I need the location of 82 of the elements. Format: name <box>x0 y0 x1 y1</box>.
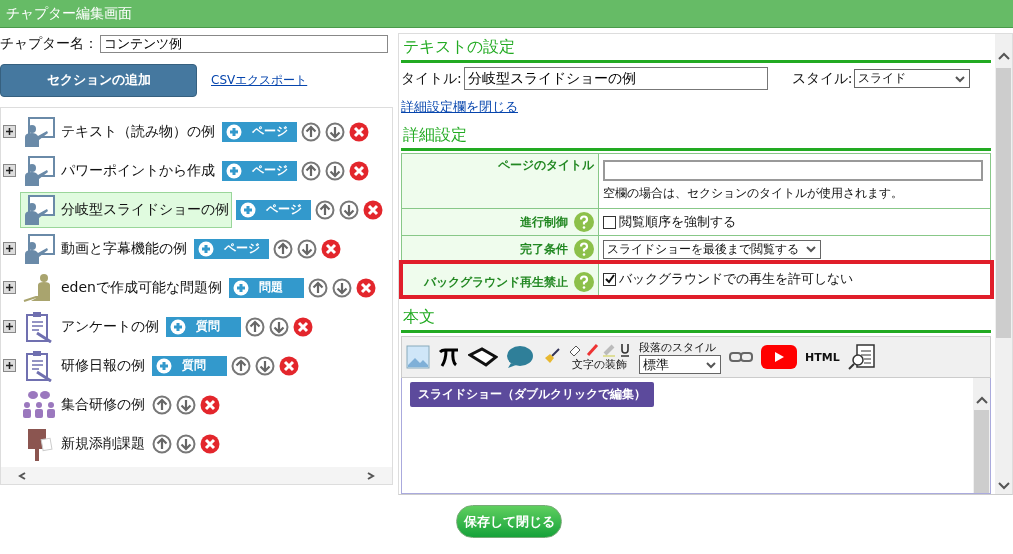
underline-icon[interactable] <box>619 342 631 357</box>
expand-icon[interactable] <box>3 359 16 372</box>
title-field[interactable]: 分岐型スライドショーの例 <box>463 67 768 90</box>
section-item[interactable]: 集合研修の例 <box>20 386 148 423</box>
page-title-field[interactable] <box>603 160 983 181</box>
teacher-board-icon <box>23 194 55 225</box>
expand-icon[interactable] <box>3 242 16 255</box>
teacher-board-icon <box>23 116 55 147</box>
section-heading: テキストの設定 <box>401 34 991 63</box>
plus-icon <box>240 201 256 218</box>
scrollbar-thumb[interactable] <box>996 68 1011 338</box>
setting-label: バックグラウンド再生禁止 <box>424 273 568 291</box>
paragraph-style-select[interactable]: 標準 <box>639 355 721 374</box>
plus-icon <box>156 357 172 374</box>
csv-export-link[interactable]: CSVエクスポート <box>211 71 308 89</box>
completion-select[interactable]: スライドショーを最後まで閲覧する <box>603 239 821 259</box>
teacher-board-icon <box>23 233 55 264</box>
slideshow-block[interactable]: スライドショー（ダブルクリックで編集） <box>410 382 654 407</box>
scroll-up-icon[interactable] <box>997 52 1010 60</box>
section-item[interactable]: テキスト（読み物）の例 <box>20 113 218 150</box>
setting-label: 完了条件 <box>520 240 568 258</box>
document-search-icon[interactable] <box>847 343 876 371</box>
title-label: タイトル: <box>401 69 462 88</box>
checkbox[interactable] <box>603 272 616 286</box>
delete-icon[interactable] <box>279 355 299 376</box>
section-item[interactable]: アンケートの例 <box>20 307 162 346</box>
group-people-icon <box>23 389 55 420</box>
teacher-board-icon <box>23 155 55 186</box>
section-heading: 詳細設定 <box>401 122 991 151</box>
chapter-name-field[interactable]: コンテンツ例 <box>100 35 388 53</box>
dropdown-caret-icon[interactable] <box>805 245 817 253</box>
checkbox[interactable] <box>603 215 616 229</box>
checkbox-label: バックグラウンドでの再生を許可しない <box>619 270 853 288</box>
chapter-name-label: チャプター名： <box>0 35 98 53</box>
link-icon[interactable] <box>729 350 753 364</box>
video-play-icon[interactable] <box>761 345 797 369</box>
style-select[interactable]: スライド <box>854 69 971 88</box>
speech-bubble-icon[interactable] <box>506 345 534 369</box>
expand-icon[interactable] <box>3 125 16 138</box>
plus-icon <box>170 318 186 335</box>
setting-label: ページのタイトル <box>498 157 594 174</box>
window-title: チャプター編集画面 <box>6 4 132 23</box>
plus-icon <box>233 279 249 296</box>
pi-icon[interactable] <box>438 346 460 368</box>
delete-icon[interactable] <box>363 199 383 220</box>
plus-icon <box>226 123 242 140</box>
plus-icon <box>226 162 242 179</box>
delete-icon[interactable] <box>200 433 220 454</box>
add-section-button[interactable]: セクションの追加 <box>0 63 197 97</box>
delete-icon[interactable] <box>200 394 220 415</box>
paragraph-style-label: 段落のスタイル <box>639 340 717 355</box>
marker-icon[interactable] <box>585 342 599 357</box>
delete-icon[interactable] <box>349 121 369 142</box>
shape-icon[interactable] <box>468 346 498 368</box>
expand-icon[interactable] <box>3 281 16 294</box>
scroll-up-icon[interactable] <box>975 396 988 404</box>
hint-text: 空欄の場合は、セクションのタイトルが使用されます。 <box>603 185 904 202</box>
delete-icon[interactable] <box>293 316 313 337</box>
expand-icon[interactable] <box>3 320 16 333</box>
checkbox-label: 閲覧順序を強制する <box>619 213 736 231</box>
html-button[interactable]: HTML <box>805 350 840 364</box>
section-item[interactable]: 研修日報の例 <box>20 346 148 385</box>
section-item[interactable]: パワーポイントから作成 <box>20 152 218 189</box>
plus-icon <box>198 240 214 257</box>
decoration-label: 文字の装飾 <box>572 356 627 372</box>
section-item[interactable]: 新規添削課題 <box>20 423 148 464</box>
setting-label: 進行制御 <box>520 213 568 231</box>
dropdown-caret-icon[interactable] <box>705 360 717 369</box>
delete-icon[interactable] <box>349 160 369 181</box>
section-item[interactable]: edenで作成可能な問題例 <box>20 269 225 306</box>
section-item[interactable]: 動画と字幕機能の例 <box>20 230 190 267</box>
style-label: スタイル: <box>791 69 853 88</box>
section-heading: 本文 <box>401 304 991 333</box>
scrollbar-thumb[interactable] <box>974 410 989 493</box>
dropdown-caret-icon[interactable] <box>954 74 967 83</box>
delete-icon[interactable] <box>321 238 341 259</box>
scroll-down-icon[interactable] <box>997 482 1010 490</box>
section-item[interactable]: 分岐型スライドショーの例 <box>20 191 232 228</box>
editor-area[interactable]: スライドショー（ダブルクリックで編集） <box>401 378 991 494</box>
expand-icon[interactable] <box>3 164 16 177</box>
close-details-link[interactable]: 詳細設定欄を閉じる <box>401 99 518 114</box>
delete-icon[interactable] <box>356 277 376 298</box>
